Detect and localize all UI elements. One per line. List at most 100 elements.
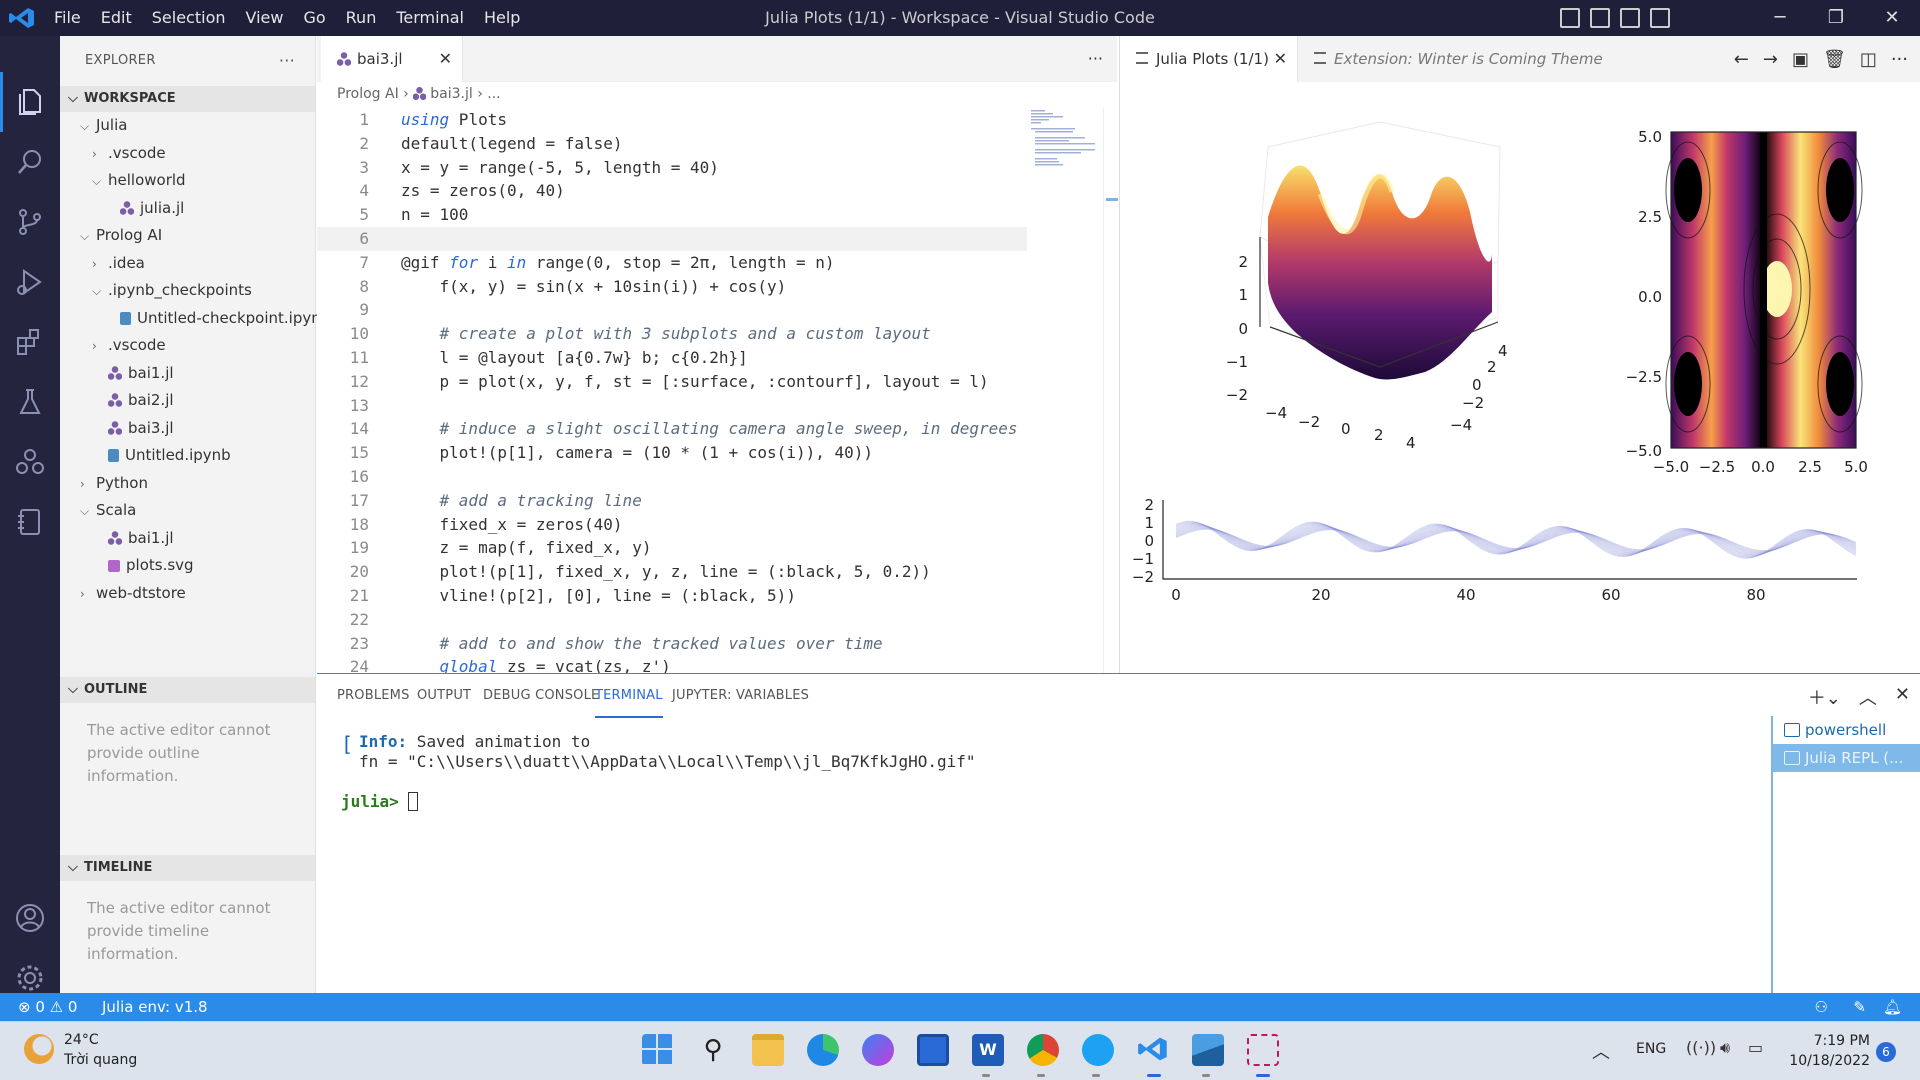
close-tab-icon[interactable]: ✕ <box>1274 36 1287 82</box>
panel-tab-output[interactable]: OUTPUT <box>417 674 471 718</box>
tree-item[interactable]: › .vscode <box>60 332 315 360</box>
code-line[interactable]: 2 default(legend = false) <box>317 132 1027 156</box>
explorer-more-actions-button[interactable]: ··· <box>279 36 295 86</box>
weather-moon-icon[interactable] <box>24 1034 54 1064</box>
word-icon[interactable]: W <box>972 1034 1004 1066</box>
outline-section-header[interactable]: ⌵ OUTLINE <box>60 677 315 703</box>
code-line[interactable]: 1 using Plots <box>317 108 1027 132</box>
next-plot-icon[interactable]: → <box>1763 49 1778 70</box>
search-icon[interactable] <box>14 146 46 178</box>
tree-item[interactable]: ⌵ helloworld <box>60 167 315 195</box>
code-line[interactable]: 17 # add a tracking line <box>317 489 1027 513</box>
minimize-button[interactable]: ─ <box>1752 0 1808 36</box>
photos-icon[interactable] <box>1192 1034 1224 1066</box>
run-debug-icon[interactable] <box>14 266 46 298</box>
panel-tab-problems[interactable]: PROBLEMS <box>337 674 410 718</box>
close-window-button[interactable]: ✕ <box>1864 0 1920 36</box>
menu-item-terminal[interactable]: Terminal <box>386 0 474 36</box>
breadcrumb-item[interactable]: bai3.jl <box>430 86 473 102</box>
settings-gear-icon[interactable] <box>14 962 46 994</box>
taskbar-search-icon[interactable]: ⚲ <box>697 1034 729 1066</box>
split-editor-icon[interactable]: ◫ <box>1860 49 1877 70</box>
tree-item[interactable]: › Python <box>60 470 315 498</box>
new-terminal-icon[interactable]: ＋⌄ <box>1808 684 1841 710</box>
julia-env-indicator[interactable]: Julia env: v1.8 <box>102 993 208 1021</box>
menu-item-edit[interactable]: Edit <box>91 0 142 36</box>
notification-count-badge[interactable]: 6 <box>1876 1042 1896 1062</box>
code-line[interactable]: 11 l = @layout [a{0.7w} b; c{0.2h}] <box>317 346 1027 370</box>
twitter-icon[interactable] <box>1082 1034 1114 1066</box>
tree-item[interactable]: bai1.jl <box>60 525 315 553</box>
code-line[interactable]: 20 plot!(p[1], fixed_x, y, z, line = (:b… <box>317 560 1027 584</box>
battery-icon[interactable]: ▭ <box>1748 1038 1763 1057</box>
menu-item-file[interactable]: File <box>44 0 91 36</box>
notebook-icon[interactable] <box>14 506 46 538</box>
terminal-item-powershell[interactable]: powershell <box>1773 716 1920 744</box>
menu-item-selection[interactable]: Selection <box>142 0 236 36</box>
delete-plot-icon[interactable]: 🗑 <box>1823 49 1846 70</box>
terminal-item-julia-repl[interactable]: Julia REPL (... <box>1773 744 1920 772</box>
notifications-bell-icon[interactable]: 🔔︎ <box>1883 993 1902 1021</box>
code-line[interactable]: 4 zs = zeros(0, 40) <box>317 179 1027 203</box>
tree-item[interactable]: bai2.jl <box>60 387 315 415</box>
language-indicator[interactable]: ENG <box>1636 1041 1666 1057</box>
tree-item[interactable]: julia.jl <box>60 195 315 223</box>
code-line[interactable]: 12 p = plot(x, y, f, st = [:surface, :co… <box>317 370 1027 394</box>
workspace-section-header[interactable]: ⌵ WORKSPACE <box>60 86 315 112</box>
minimap[interactable] <box>1027 108 1107 168</box>
tree-item[interactable]: bai1.jl <box>60 360 315 388</box>
code-line[interactable]: 5 n = 100 <box>317 203 1027 227</box>
problems-indicator[interactable]: ⊗ 0 ⚠ 0 <box>18 993 77 1021</box>
accounts-icon[interactable] <box>14 902 46 934</box>
menu-item-help[interactable]: Help <box>474 0 530 36</box>
tab-julia-plots[interactable]: Julia Plots (1/1) ✕ <box>1120 36 1298 82</box>
explorer-icon[interactable] <box>14 86 46 118</box>
tree-item[interactable]: ⌵ Prolog AI <box>60 222 315 250</box>
restore-button[interactable]: ❐ <box>1808 0 1864 36</box>
terminal-output[interactable]: [ Info: Saved animation to fn = "C:\\Use… <box>341 732 1541 812</box>
code-line[interactable]: 18 fixed_x = zeros(40) <box>317 513 1027 537</box>
editor-more-actions-button[interactable]: ··· <box>1088 36 1103 82</box>
live-share-icon[interactable]: ⚇ <box>1815 993 1828 1021</box>
tree-item[interactable]: › web-dtstore <box>60 580 315 608</box>
code-line[interactable]: 9 <box>317 298 1027 322</box>
tree-item[interactable]: › .idea <box>60 250 315 278</box>
tree-item[interactable]: Untitled.ipynb <box>60 442 315 470</box>
edge-browser-icon[interactable] <box>807 1034 839 1066</box>
show-hidden-icons-icon[interactable]: ︿ <box>1592 1038 1610 1064</box>
snipping-tool-icon[interactable] <box>1247 1034 1279 1066</box>
source-control-icon[interactable] <box>14 206 46 238</box>
tree-item[interactable]: › .vscode <box>60 140 315 168</box>
code-line[interactable]: 19 z = map(f, fixed_x, y) <box>317 536 1027 560</box>
code-line[interactable]: 7 @gif for i in range(0, stop = 2π, lengt… <box>317 251 1027 275</box>
code-line[interactable]: 13 <box>317 394 1027 418</box>
code-line[interactable]: 24 global zs = vcat(zs, z') <box>317 655 1027 673</box>
tree-item[interactable]: ⌵ Julia <box>60 112 315 140</box>
tree-item[interactable]: Untitled-checkpoint.ipynb <box>60 305 330 333</box>
weather-widget[interactable]: 24°C Trời quang <box>64 1030 137 1070</box>
customize-layout-icon[interactable] <box>1650 8 1670 28</box>
code-line[interactable]: 22 <box>317 608 1027 632</box>
code-line[interactable]: 21 vline!(p[2], [0], line = (:black, 5)) <box>317 584 1027 608</box>
tab-extension-theme[interactable]: Extension: Winter is Coming Theme <box>1298 36 1608 82</box>
tree-item[interactable]: bai3.jl <box>60 415 315 443</box>
code-line[interactable]: 6 <box>317 226 1027 251</box>
code-area[interactable]: 1 using Plots 2 default(legend = false) 3 x =… <box>317 108 1027 673</box>
code-line[interactable]: 16 <box>317 465 1027 489</box>
tree-item[interactable]: plots.svg <box>60 552 315 580</box>
tree-item[interactable]: ⌵ .ipynb_checkpoints <box>60 277 315 305</box>
messenger-icon[interactable] <box>862 1034 894 1066</box>
breadcrumb-item[interactable]: Prolog AI <box>337 86 399 102</box>
close-panel-icon[interactable]: ✕ <box>1895 684 1910 710</box>
code-line[interactable]: 14 # induce a slight oscillating camera … <box>317 417 1027 441</box>
close-tab-icon[interactable]: ✕ <box>439 36 452 82</box>
microsoft-store-icon[interactable] <box>917 1034 949 1066</box>
timeline-section-header[interactable]: ⌵ TIMELINE <box>60 855 315 881</box>
vscode-taskbar-icon[interactable] <box>1137 1034 1169 1066</box>
tree-item[interactable]: ⌵ Scala <box>60 497 315 525</box>
vscode-logo-icon[interactable] <box>8 6 36 30</box>
feedback-icon[interactable]: ✎ <box>1853 993 1866 1021</box>
menu-item-go[interactable]: Go <box>293 0 335 36</box>
panel-tab-debug-console[interactable]: DEBUG CONSOLE <box>483 674 599 718</box>
menu-item-run[interactable]: Run <box>336 0 387 36</box>
